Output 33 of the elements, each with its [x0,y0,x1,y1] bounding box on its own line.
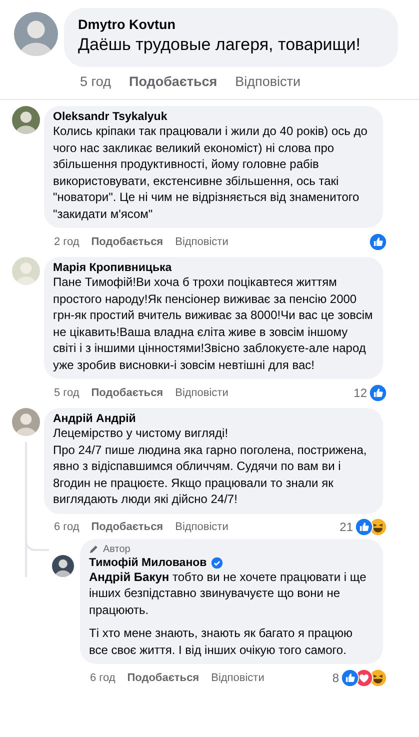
like-link[interactable]: Подобається [127,672,200,684]
like-link[interactable]: Подобається [91,236,164,248]
comment-text: Лецемірство у чистому вигляді! Про 24/7 пише людина яка гарно поголена, пострижена, явно з відіспавшимся обличчям. Судячи по вам ви і 8годин не працюєте. Якщо працювали то знали як виглядають люди які дійсно 24/7! [53,425,368,508]
reply-link[interactable]: Відповісти [175,521,228,533]
avatar[interactable] [12,106,40,134]
comment-time[interactable]: 6 год [54,521,80,533]
author-name[interactable]: Марія Кропивницька [53,262,172,274]
reaction-count[interactable]: 8 [332,670,339,684]
author-name[interactable]: Oleksandr Tsykalyuk [53,111,168,123]
reaction-count[interactable]: 21 [340,520,353,534]
comment-time[interactable]: 6 год [90,672,116,684]
author-name[interactable]: Андрій Андрій [53,413,136,425]
like-link[interactable]: Подобається [91,521,164,533]
pencil-icon [89,544,99,554]
comment-text: Колись кріпаки так працювали і жили до 40 років) ось до чого нас закликає великий економіст) ні слова про збільшення продуктивності, йому головне рабів використовувати, екстенсивне збільшення, ось такі "новатори". Це ні чим не відрізняється від знаменитого "закидати м'ясом" [53,123,368,222]
comment-text: Даёшь трудовые лагеря, товарищи! [78,34,362,56]
reply-link[interactable]: Відповісти [175,386,228,398]
reaction-count[interactable]: 12 [354,386,367,400]
comment-time[interactable]: 2 год [54,236,80,248]
reply-link[interactable]: Відповісти [235,74,301,88]
author-name[interactable]: Dmytro Kovtun [78,17,176,32]
reply-link[interactable]: Відповісти [211,672,264,684]
comment-time[interactable]: 5 год [80,74,111,88]
like-link[interactable]: Подобається [128,74,218,88]
comment-text: Ті хто мене знають, знають як багато я працюю все своє життя. І від інших очікую того самого. [89,625,354,658]
comment-text: Пане Тимофій!Ви хоча б трохи поцікавтеся життям простого народу!Як пенсіонер виживає за пенсію 2000 грн-як простий вчитель виживає за 8000!Чи вас це зовсім не цікавить!Ваша владна єліта живе в зовсім іншому світі і з іншими цінностями!Звісно заблокуєте-але народ уже зробив висновки-і зовсім невтішні для вас! [53,274,373,373]
reply-link[interactable]: Відповісти [175,236,228,248]
avatar[interactable] [52,554,74,576]
author-label: Автор [103,544,130,554]
comment-text: Андрій Бакун тобто ви не хочете працювати і ще інших безпідставно звинувачуєте що вони не працюють. [89,568,368,618]
comment-time[interactable]: 5 год [54,386,80,398]
author-name[interactable]: Тимофій Милованов [89,556,207,568]
like-link[interactable]: Подобається [91,386,164,398]
